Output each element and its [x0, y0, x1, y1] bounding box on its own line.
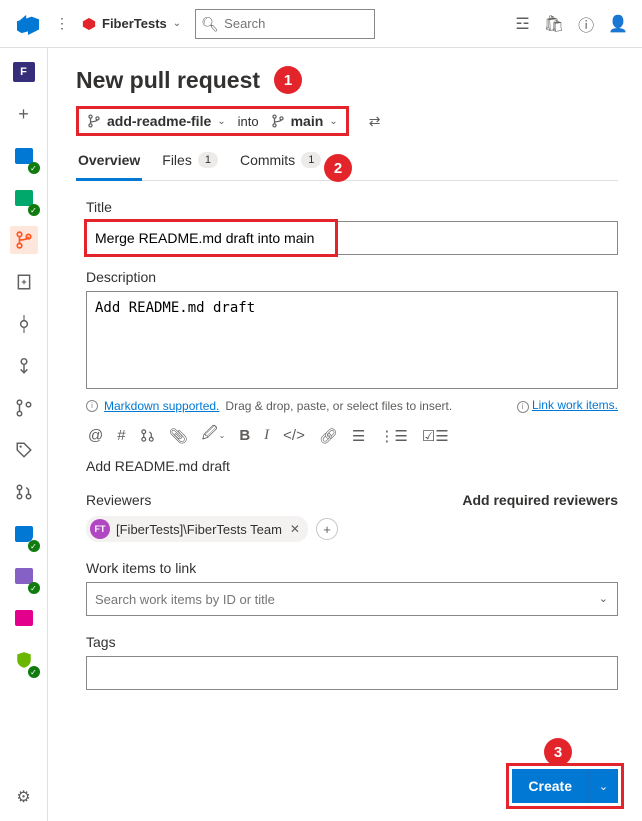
- mention-button[interactable]: @: [88, 427, 103, 444]
- description-label: Description: [86, 269, 618, 285]
- files-count-badge: 1: [198, 152, 218, 168]
- search-box[interactable]: 🔍︎: [195, 9, 375, 39]
- title-label: Title: [86, 199, 618, 215]
- link-work-items-link[interactable]: Link work items.: [532, 398, 618, 412]
- callout-3: 3: [544, 738, 572, 766]
- tab-files-label: Files: [162, 152, 192, 168]
- reviewer-chip[interactable]: FT [FiberTests]\FiberTests Team ✕: [86, 516, 308, 542]
- help-icon[interactable]: ⓘ: [578, 12, 594, 36]
- create-highlight: Create ⌄: [506, 763, 624, 809]
- rail-artifacts[interactable]: ✓: [10, 562, 38, 590]
- rail-testplans[interactable]: ✓: [10, 184, 38, 212]
- info-icon: i: [86, 400, 98, 412]
- reviewers-label: Reviewers: [86, 492, 151, 508]
- rail-pushes[interactable]: [10, 352, 38, 380]
- callout-2: 2: [324, 154, 352, 182]
- tags-input[interactable]: [86, 656, 618, 690]
- target-branch-picker[interactable]: main ⌄: [271, 113, 338, 129]
- rail-pullrequests[interactable]: [10, 478, 38, 506]
- rail-green-shield[interactable]: ✓: [10, 646, 38, 674]
- description-preview: Add README.md draft: [86, 458, 618, 474]
- rail-repos[interactable]: [10, 226, 38, 254]
- search-icon: 🔍︎: [201, 16, 219, 33]
- workitems-label: Work items to link: [86, 560, 618, 576]
- tags-label: Tags: [86, 634, 618, 650]
- project-name: FiberTests: [102, 16, 167, 31]
- rail-pipelines-1[interactable]: ✓: [10, 520, 38, 548]
- reviewer-name: [FiberTests]\FiberTests Team: [116, 522, 282, 537]
- rail-project-f[interactable]: F: [10, 58, 38, 86]
- rail-pink[interactable]: [10, 604, 38, 632]
- heading-button[interactable]: 🖉⌄: [202, 423, 226, 448]
- italic-button[interactable]: I: [264, 427, 269, 444]
- rail-commits[interactable]: [10, 310, 38, 338]
- tab-commits-label: Commits: [240, 152, 295, 168]
- kebab-menu-icon[interactable]: ⋮: [52, 15, 72, 32]
- source-branch-name: add-readme-file: [107, 113, 211, 129]
- project-icon: [82, 17, 96, 31]
- marketplace-icon[interactable]: 🛍︎: [544, 14, 564, 34]
- tab-files[interactable]: Files 1: [160, 146, 220, 181]
- gear-icon: ⚙: [16, 787, 30, 807]
- code-button[interactable]: </>: [283, 427, 305, 444]
- info-icon: i: [517, 401, 529, 413]
- link-button[interactable]: 🔗︎: [319, 427, 338, 445]
- git-branch-icon: [271, 114, 285, 128]
- source-branch-picker[interactable]: add-readme-file ⌄: [87, 113, 226, 129]
- add-required-reviewers-button[interactable]: Add required reviewers: [462, 492, 618, 508]
- title-input[interactable]: [86, 221, 618, 255]
- chevron-down-icon: ⌄: [217, 116, 225, 127]
- page-title: New pull request: [76, 67, 260, 94]
- git-branch-icon: [87, 114, 101, 128]
- tab-overview[interactable]: Overview: [76, 146, 142, 181]
- chevron-down-icon: ⌄: [173, 18, 181, 29]
- dragdrop-hint: Drag & drop, paste, or select files to i…: [225, 399, 452, 413]
- editor-toolbar: @ # 📎︎ 🖉⌄ B I </> 🔗︎ ☰ ⋮☰ ☑☰: [86, 417, 618, 458]
- search-input[interactable]: [195, 9, 375, 39]
- tab-overview-label: Overview: [78, 152, 140, 168]
- branch-selector-outline: add-readme-file ⌄ into main ⌄: [76, 106, 349, 136]
- workitem-button[interactable]: #: [117, 427, 125, 444]
- project-picker[interactable]: FiberTests ⌄: [76, 12, 187, 35]
- git-branch-icon: [15, 231, 33, 249]
- into-label: into: [234, 114, 263, 129]
- pr-button[interactable]: [140, 428, 155, 443]
- workitems-input[interactable]: [86, 582, 618, 616]
- markdown-link[interactable]: Markdown supported.: [104, 399, 219, 413]
- rail-tags[interactable]: [10, 436, 38, 464]
- side-rail: F + ✓ ✓ ✓ ✓ ✓ ⚙: [0, 48, 48, 821]
- rail-branches[interactable]: [10, 394, 38, 422]
- remove-reviewer-button[interactable]: ✕: [288, 522, 300, 536]
- create-split-button[interactable]: ⌄: [588, 769, 618, 803]
- tab-commits[interactable]: Commits 1: [238, 146, 323, 181]
- bold-button[interactable]: B: [239, 427, 250, 444]
- user-settings-icon[interactable]: 👤: [608, 14, 628, 34]
- add-reviewer-button[interactable]: +: [316, 518, 338, 540]
- attach-button[interactable]: 📎︎: [169, 427, 188, 445]
- checklist-button[interactable]: ☑☰: [422, 427, 449, 445]
- numberlist-button[interactable]: ⋮☰: [379, 427, 407, 445]
- chevron-down-icon: ⌄: [329, 116, 337, 127]
- rail-settings[interactable]: ⚙: [10, 783, 38, 811]
- rail-files[interactable]: [10, 268, 38, 296]
- avatar: FT: [90, 519, 110, 539]
- create-button[interactable]: Create: [512, 769, 588, 803]
- swap-branches-button[interactable]: ⇄: [369, 113, 381, 130]
- list-icon[interactable]: ☲: [515, 14, 529, 34]
- rail-add[interactable]: +: [10, 100, 38, 128]
- azure-devops-logo[interactable]: [8, 13, 48, 35]
- description-input[interactable]: [86, 291, 618, 389]
- callout-1: 1: [274, 66, 302, 94]
- bulletlist-button[interactable]: ☰: [352, 427, 365, 445]
- commits-count-badge: 1: [301, 152, 321, 168]
- rail-boards[interactable]: ✓: [10, 142, 38, 170]
- target-branch-name: main: [291, 113, 324, 129]
